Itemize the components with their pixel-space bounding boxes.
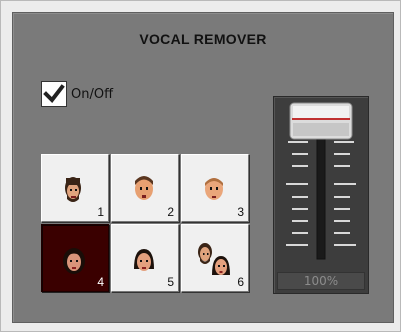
preset-number: 6 [237, 275, 244, 289]
level-slider[interactable]: 100% [273, 96, 369, 294]
preset-number: 1 [97, 205, 104, 219]
slider-value-readout: 100% [277, 272, 365, 290]
preset-number: 5 [167, 275, 174, 289]
slider-thumb[interactable] [289, 102, 353, 140]
on-off-label: On/Off [71, 86, 114, 102]
preset-button-1[interactable]: 1 [41, 154, 109, 222]
preset-button-2[interactable]: 2 [111, 154, 179, 222]
vocal-remover-panel: VOCAL REMOVER On/Off 1 2 3 4 5 6 100% [12, 12, 394, 323]
preset-button-6[interactable]: 6 [181, 224, 249, 292]
preset-number: 2 [167, 205, 174, 219]
preset-button-4[interactable]: 4 [41, 224, 109, 292]
panel-title: VOCAL REMOVER [139, 31, 267, 47]
on-off-checkbox[interactable] [41, 81, 67, 107]
preset-button-5[interactable]: 5 [111, 224, 179, 292]
preset-number: 4 [97, 275, 104, 289]
slider-track [286, 102, 356, 260]
scale-ticks-right [334, 141, 356, 246]
voice-preset-grid: 1 2 3 4 5 6 [41, 154, 251, 294]
plugin-window: VOCAL REMOVER On/Off 1 2 3 4 5 6 100% [0, 0, 401, 332]
checkmark-icon [43, 84, 65, 104]
scale-ticks-left [286, 141, 308, 246]
preset-number: 3 [237, 205, 244, 219]
preset-button-3[interactable]: 3 [181, 154, 249, 222]
on-off-toggle[interactable]: On/Off [41, 81, 113, 107]
